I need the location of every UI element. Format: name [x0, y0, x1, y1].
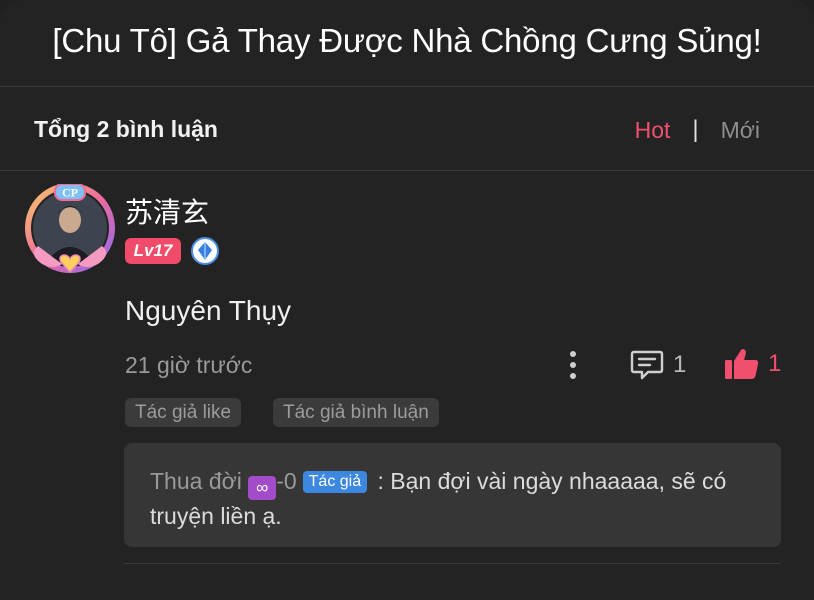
sort-options: Hot | Mới [635, 116, 760, 144]
comment-bubble-icon [630, 350, 664, 380]
more-options-icon[interactable] [564, 348, 582, 382]
vip-diamond-icon [191, 237, 219, 265]
comment-time: 21 giờ trước [125, 352, 253, 378]
author-liked-tag: Tác giả like [125, 398, 242, 427]
comment-text: Nguyên Thụy [125, 295, 292, 326]
thumbs-up-icon [725, 349, 759, 379]
avatar[interactable]: CP [24, 184, 116, 276]
reply-count: 1 [673, 351, 687, 378]
reply-separator: : [377, 468, 384, 494]
author-commented-tag: Tác giả bình luận [273, 398, 439, 427]
divider [0, 170, 814, 171]
reply-button[interactable]: 1 [630, 349, 686, 381]
comment-username[interactable]: 苏清玄 [125, 191, 209, 231]
sort-separator: | [692, 116, 699, 143]
comments-sheet: [Chu Tô] Gả Thay Được Nhà Chồng Cưng Sủn… [0, 0, 814, 600]
sort-new-tab[interactable]: Mới [721, 117, 760, 144]
level-badge: Lv17 [125, 238, 181, 264]
reply-author-name[interactable]: Thua đời [150, 468, 242, 494]
avatar-badge-text: CP [62, 186, 78, 200]
sort-hot-tab[interactable]: Hot [635, 117, 671, 144]
like-count: 1 [768, 350, 782, 377]
divider [0, 86, 814, 87]
reply-author-suffix: -0 [276, 468, 297, 494]
page-title: [Chu Tô] Gả Thay Được Nhà Chồng Cưng Sủn… [52, 22, 762, 59]
comment-total: Tổng 2 bình luận [34, 116, 218, 142]
like-button[interactable]: 1 [724, 347, 781, 381]
author-badge: Tác giả [302, 471, 368, 493]
infinity-emoji-icon: ∞ [248, 476, 277, 500]
author-reply-box[interactable]: Thua đời ∞ -0 Tác giả : Bạn đợi vài ngày n… [124, 443, 781, 547]
divider [124, 563, 781, 564]
